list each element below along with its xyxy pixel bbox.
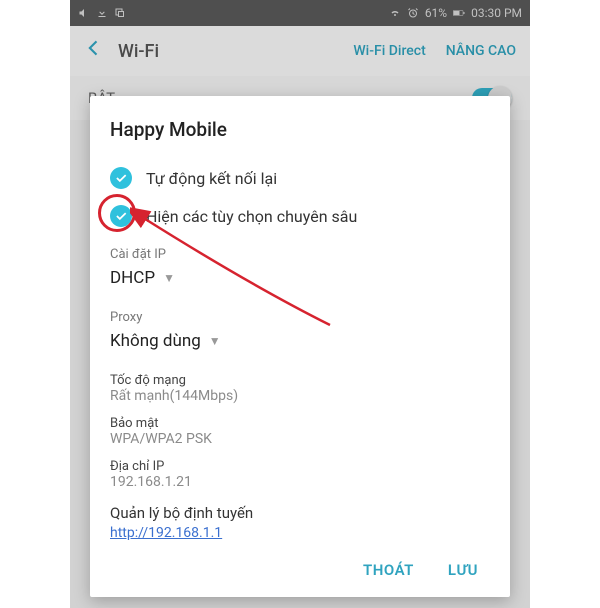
show-advanced-label: Hiện các tùy chọn chuyên sâu	[146, 207, 357, 226]
speed-value: Rất mạnh(144Mbps)	[108, 388, 492, 404]
security-label: Bảo mật	[108, 416, 492, 431]
auto-reconnect-label: Tự động kết nối lại	[146, 169, 277, 188]
ip-settings-label: Cài đặt IP	[108, 247, 492, 262]
speed-label: Tốc độ mạng	[108, 373, 492, 388]
ip-address-value: 192.168.1.21	[108, 474, 492, 490]
auto-reconnect-row[interactable]: Tự động kết nối lại	[108, 159, 492, 197]
dialog-title: Happy Mobile	[108, 118, 492, 141]
router-link[interactable]: http://192.168.1.1	[108, 525, 222, 541]
ip-settings-dropdown[interactable]: DHCP ▼	[108, 262, 492, 298]
chevron-down-icon: ▼	[209, 334, 221, 348]
checkmark-icon	[110, 167, 132, 189]
wifi-network-dialog: Happy Mobile Tự động kết nối lại Hiện cá…	[90, 96, 510, 597]
proxy-label: Proxy	[108, 310, 492, 325]
chevron-down-icon: ▼	[163, 271, 175, 285]
proxy-value: Không dùng	[110, 331, 201, 351]
save-button[interactable]: LƯU	[448, 561, 478, 579]
router-manage-label: Quản lý bộ định tuyến	[108, 504, 492, 522]
ip-address-label: Địa chỉ IP	[108, 459, 492, 474]
ip-settings-value: DHCP	[110, 268, 155, 288]
show-advanced-row[interactable]: Hiện các tùy chọn chuyên sâu	[108, 197, 492, 235]
checkmark-icon	[110, 205, 132, 227]
cancel-button[interactable]: THOÁT	[363, 561, 414, 579]
security-value: WPA/WPA2 PSK	[108, 431, 492, 447]
proxy-dropdown[interactable]: Không dùng ▼	[108, 325, 492, 361]
